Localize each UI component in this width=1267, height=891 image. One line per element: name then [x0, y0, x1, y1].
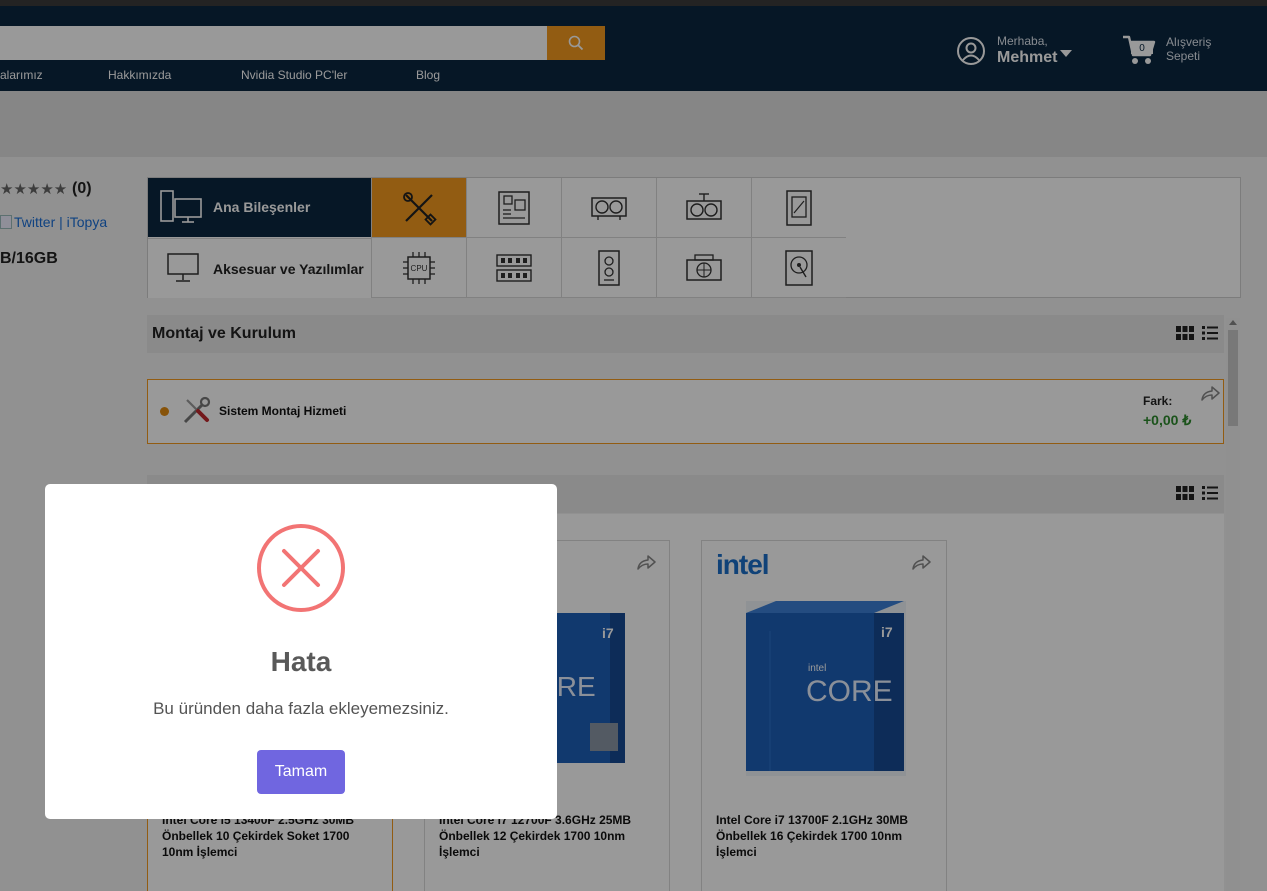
error-x-icon	[257, 524, 345, 612]
dialog-message: Bu üründen daha fazla ekleyemezsiniz.	[153, 699, 449, 718]
dialog-title: Hata	[270, 646, 332, 677]
error-dialog: Hata Bu üründen daha fazla ekleyemezsini…	[45, 484, 557, 819]
confirm-button[interactable]: Tamam	[257, 750, 345, 794]
